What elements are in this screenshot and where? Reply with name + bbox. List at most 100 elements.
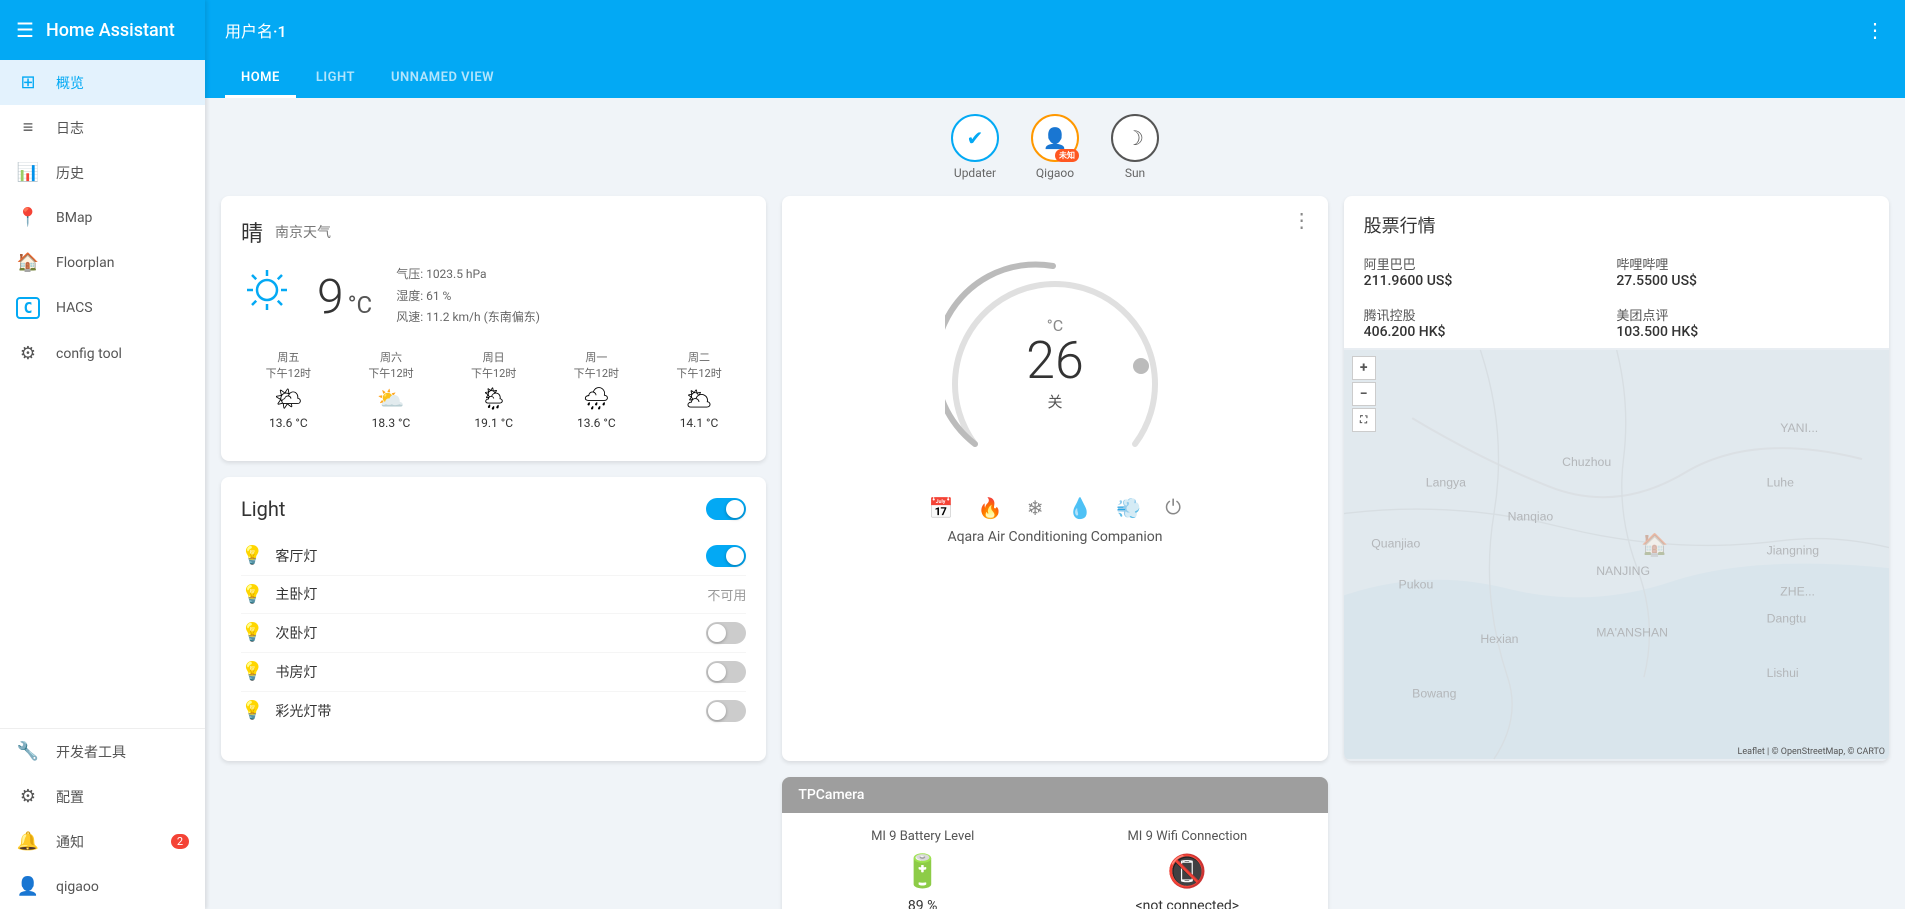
notifications-icon: 🔔	[16, 831, 40, 852]
ac-temp-display: °C 26 关	[1026, 316, 1084, 412]
bulb-study-icon: 💡	[241, 661, 263, 682]
sidebar-item-views[interactable]: ⊞ 概览	[0, 60, 205, 105]
stock-name-meituan: 美团点评	[1616, 305, 1869, 324]
map-attribution: Leaflet | © OpenStreetMap, © CARTO	[1737, 747, 1885, 757]
topbar-menu-icon[interactable]: ⋮	[1865, 18, 1885, 42]
light-title: Light	[241, 497, 285, 521]
tab-unnamed[interactable]: UNNAMED VIEW	[375, 60, 510, 98]
map-fullscreen[interactable]: ⛶	[1352, 408, 1376, 432]
tab-home[interactable]: HOME	[225, 60, 296, 98]
weather-wind: 风速: 11.2 km/h (东南偏东)	[396, 307, 540, 329]
light-name-strip: 彩光灯带	[275, 701, 694, 721]
svg-text:Pukou: Pukou	[1398, 578, 1433, 592]
light-toggle-study[interactable]	[706, 661, 746, 683]
topbar: 用户名·1 ⋮	[205, 0, 1905, 60]
ac-btn-heat[interactable]: 🔥	[978, 496, 1003, 521]
ac-btn-power[interactable]: ⏻	[1165, 496, 1181, 521]
weather-temp-unit: °C	[348, 291, 373, 319]
forecast-day-1: 周六下午12时 ⛅ 18.3 °C	[344, 349, 439, 430]
sidebar-item-label-notifications: 通知	[56, 832, 84, 852]
stock-name-alibaba: 阿里巴巴	[1364, 254, 1617, 273]
tp-wifi-label: MI 9 Wifi Connection	[1127, 829, 1247, 844]
entity-sun[interactable]: ☽ Sun	[1111, 114, 1159, 180]
stock-name-bilibili: 哔哩哔哩	[1616, 254, 1869, 273]
ac-circle-wrapper: °C 26 关	[945, 254, 1165, 474]
stock-item-meituan: 美团点评 103.500 HK$	[1616, 297, 1869, 348]
light-toggle-living[interactable]	[706, 545, 746, 567]
ac-temp-value: 26	[1026, 335, 1084, 387]
entity-qigaoo[interactable]: 👤 未知 Qigaoo	[1031, 114, 1079, 180]
stock-price-alibaba: 211.9600 US$	[1364, 273, 1617, 289]
stock-price-bilibili: 27.5500 US$	[1616, 273, 1869, 289]
ac-more-icon[interactable]: ⋮	[1292, 208, 1312, 232]
wifi-disconnected-icon: 📵	[1167, 852, 1207, 890]
sidebar-item-notifications[interactable]: 🔔 通知 2	[0, 819, 205, 864]
sidebar-item-devtools[interactable]: 🔧 开发者工具	[0, 729, 205, 774]
sidebar-item-config-tool[interactable]: ⚙ config tool	[0, 331, 205, 376]
ac-btn-calendar[interactable]: 📅	[929, 496, 954, 521]
weather-condition: 晴	[241, 216, 263, 248]
weather-temp-wrapper: 9 °C	[317, 268, 372, 325]
entity-status-row: ✔ Updater 👤 未知 Qigaoo ☽ Sun	[221, 114, 1889, 180]
sidebar-item-user[interactable]: 👤 qigaoo	[0, 864, 205, 909]
sidebar-item-floorplan[interactable]: 🏠 Floorplan	[0, 240, 205, 285]
sidebar-item-label-user: qigaoo	[56, 879, 99, 895]
bulb-living-icon: 💡	[241, 545, 263, 566]
updater-circle: ✔	[951, 114, 999, 162]
ac-btn-dry[interactable]: 💧	[1067, 496, 1092, 521]
sidebar-item-config[interactable]: ⚙ 配置	[0, 774, 205, 819]
tp-battery-item: MI 9 Battery Level 🔋 89 %	[798, 829, 1047, 909]
ac-btn-cool[interactable]: ❄	[1027, 496, 1044, 521]
forecast-day-3: 周一下午12时 🌧 13.6 °C	[549, 349, 644, 430]
light-name-master: 主卧灯	[275, 584, 695, 604]
map-zoom-in[interactable]: +	[1352, 356, 1376, 380]
light-card: Light 💡 客厅灯 💡 主卧灯 不可用 💡 次卧灯	[221, 477, 766, 761]
tp-camera-body: MI 9 Battery Level 🔋 89 % MI 9 Wifi Conn…	[782, 813, 1327, 909]
config-icon: ⚙	[16, 786, 40, 807]
ac-card: ⋮ °C 26	[782, 196, 1327, 761]
sidebar-item-hacs[interactable]: C HACS	[0, 285, 205, 331]
sidebar-item-bmap[interactable]: 📍 BMap	[0, 195, 205, 240]
bulb-strip-icon: 💡	[241, 700, 263, 721]
map-zoom-out[interactable]: −	[1352, 382, 1376, 406]
entity-updater[interactable]: ✔ Updater	[951, 114, 999, 180]
svg-text:Hexian: Hexian	[1480, 632, 1518, 646]
sidebar-header: ☰ Home Assistant	[0, 0, 205, 60]
floorplan-icon: 🏠	[16, 252, 40, 273]
sidebar-item-history[interactable]: 📊 历史	[0, 150, 205, 195]
sidebar-nav: ⊞ 概览 ≡ 日志 📊 历史 📍 BMap 🏠 Floorplan C HACS…	[0, 60, 205, 728]
weather-icon-main	[241, 264, 293, 329]
weather-forecast: 周五下午12时 🌤 13.6 °C 周六下午12时 ⛅ 18.3 °C 周日下午…	[241, 349, 746, 430]
light-item-study: 💡 书房灯	[241, 653, 746, 692]
weather-details: 气压: 1023.5 hPa 湿度: 61 % 风速: 11.2 km/h (东…	[396, 264, 540, 329]
ac-btn-fan[interactable]: 💨	[1116, 496, 1141, 521]
light-item-secondary: 💡 次卧灯	[241, 614, 746, 653]
updater-icon: ✔	[967, 126, 984, 150]
app-title: Home Assistant	[46, 20, 175, 41]
weather-card: 晴 南京天气	[221, 196, 766, 461]
stock-header: 股票行情	[1344, 196, 1889, 246]
forecast-day-4: 周二下午12时 🌥 14.1 °C	[652, 349, 747, 430]
ac-name: Aqara Air Conditioning Companion	[947, 529, 1162, 545]
light-item-living: 💡 客厅灯	[241, 537, 746, 576]
logbook-icon: ≡	[16, 117, 40, 138]
bulb-master-icon: 💡	[241, 584, 263, 605]
svg-text:Bowang: Bowang	[1412, 687, 1456, 701]
stock-grid: 阿里巴巴 211.9600 US$ 哔哩哔哩 27.5500 US$ 腾讯控股 …	[1344, 246, 1889, 348]
weather-temp: 9	[317, 268, 344, 325]
hacs-icon: C	[16, 297, 40, 319]
menu-icon[interactable]: ☰	[16, 18, 34, 42]
sun-icon: ☽	[1126, 126, 1144, 150]
history-icon: 📊	[16, 162, 40, 183]
light-toggle-secondary[interactable]	[706, 622, 746, 644]
qigaoo-icon: 👤	[1043, 126, 1068, 150]
sidebar-item-logbook[interactable]: ≡ 日志	[0, 105, 205, 150]
tab-light[interactable]: LIGHT	[300, 60, 371, 98]
svg-text:NANJING: NANJING	[1596, 564, 1650, 578]
main-content: 用户名·1 ⋮ HOME LIGHT UNNAMED VIEW ✔ Update…	[205, 0, 1905, 909]
light-header: Light	[241, 497, 746, 521]
light-toggle-strip[interactable]	[706, 700, 746, 722]
light-item-master: 💡 主卧灯 不可用	[241, 576, 746, 614]
sidebar-item-label-config-tool: config tool	[56, 346, 122, 362]
light-master-toggle[interactable]	[706, 498, 746, 520]
